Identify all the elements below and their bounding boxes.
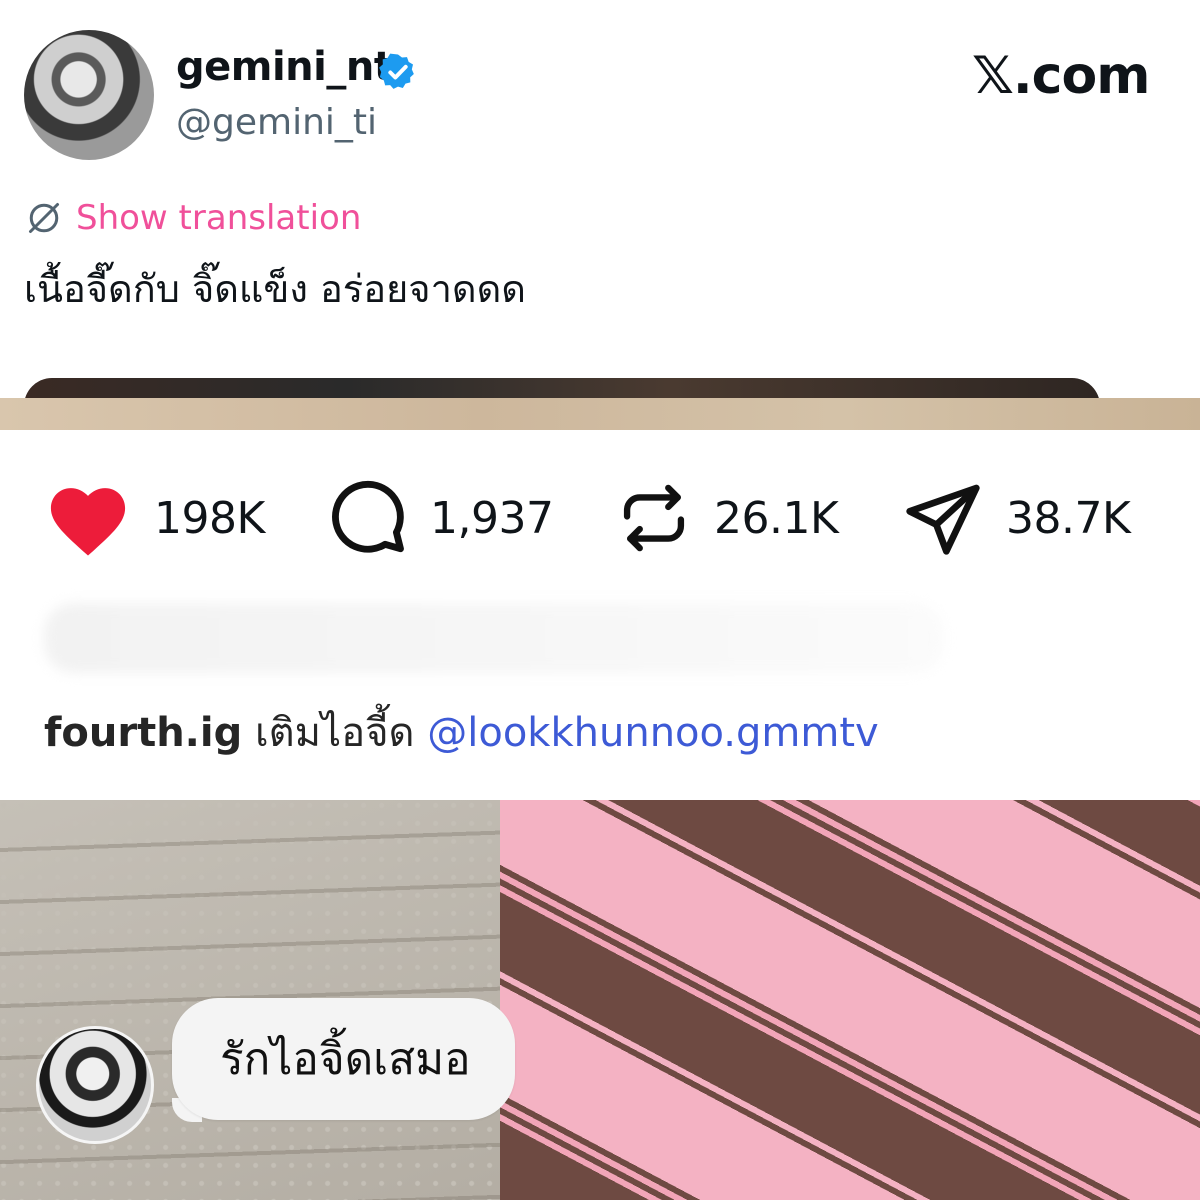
like-stat[interactable]: 198K [44,468,265,568]
author-handle[interactable]: @gemini_ti [176,102,377,143]
send-icon[interactable] [902,478,984,558]
repost-count: 26.1K [714,492,839,544]
x-logo: 𝕏.com [972,46,1150,106]
show-translation-link[interactable]: Show translation [76,198,361,238]
engagement-stats: 198K 1,937 26.1K 38.7K [0,468,1200,568]
translate-row[interactable]: Show translation [26,198,361,238]
caption-username[interactable]: fourth.ig [44,710,242,756]
repost-stat[interactable]: 26.1K [616,468,839,568]
story-panel: รักไอจิ้ดเสมอ [0,800,1200,1200]
post-text: เนื้อจี๊ดกับ จิ๊ดแข็ง อร่อยจาดดด [24,267,526,311]
caption: fourth.ig เติมไอจี้ด @lookkhunnoo.gmmtv [44,700,879,764]
caption-mention-link[interactable]: @lookkhunnoo.gmmtv [427,710,878,756]
blurred-content [44,603,944,673]
share-count: 38.7K [1006,492,1131,544]
comment-stat[interactable]: 1,937 [326,468,554,568]
repost-icon[interactable] [616,478,692,558]
comment-count: 1,937 [430,492,554,544]
comment-icon[interactable] [326,477,408,559]
engagement-panel: 198K 1,937 26.1K 38.7K fourth.ig เติมไอจ… [0,398,1200,800]
photo-strip [0,398,1200,430]
author-avatar[interactable] [24,30,154,160]
globe-slash-icon [29,203,59,233]
author-display-name[interactable]: gemini_nt [176,44,393,90]
verified-badge-icon [379,53,414,89]
like-count: 198K [154,492,265,544]
story-background-fabric [500,800,1200,1200]
caption-text: เติมไอจี้ด [254,710,415,756]
heart-icon[interactable] [44,478,132,558]
reply-message-bubble: รักไอจิ้ดเสมอ [172,998,515,1120]
reply-avatar[interactable] [36,1026,154,1144]
share-stat[interactable]: 38.7K [902,468,1131,568]
